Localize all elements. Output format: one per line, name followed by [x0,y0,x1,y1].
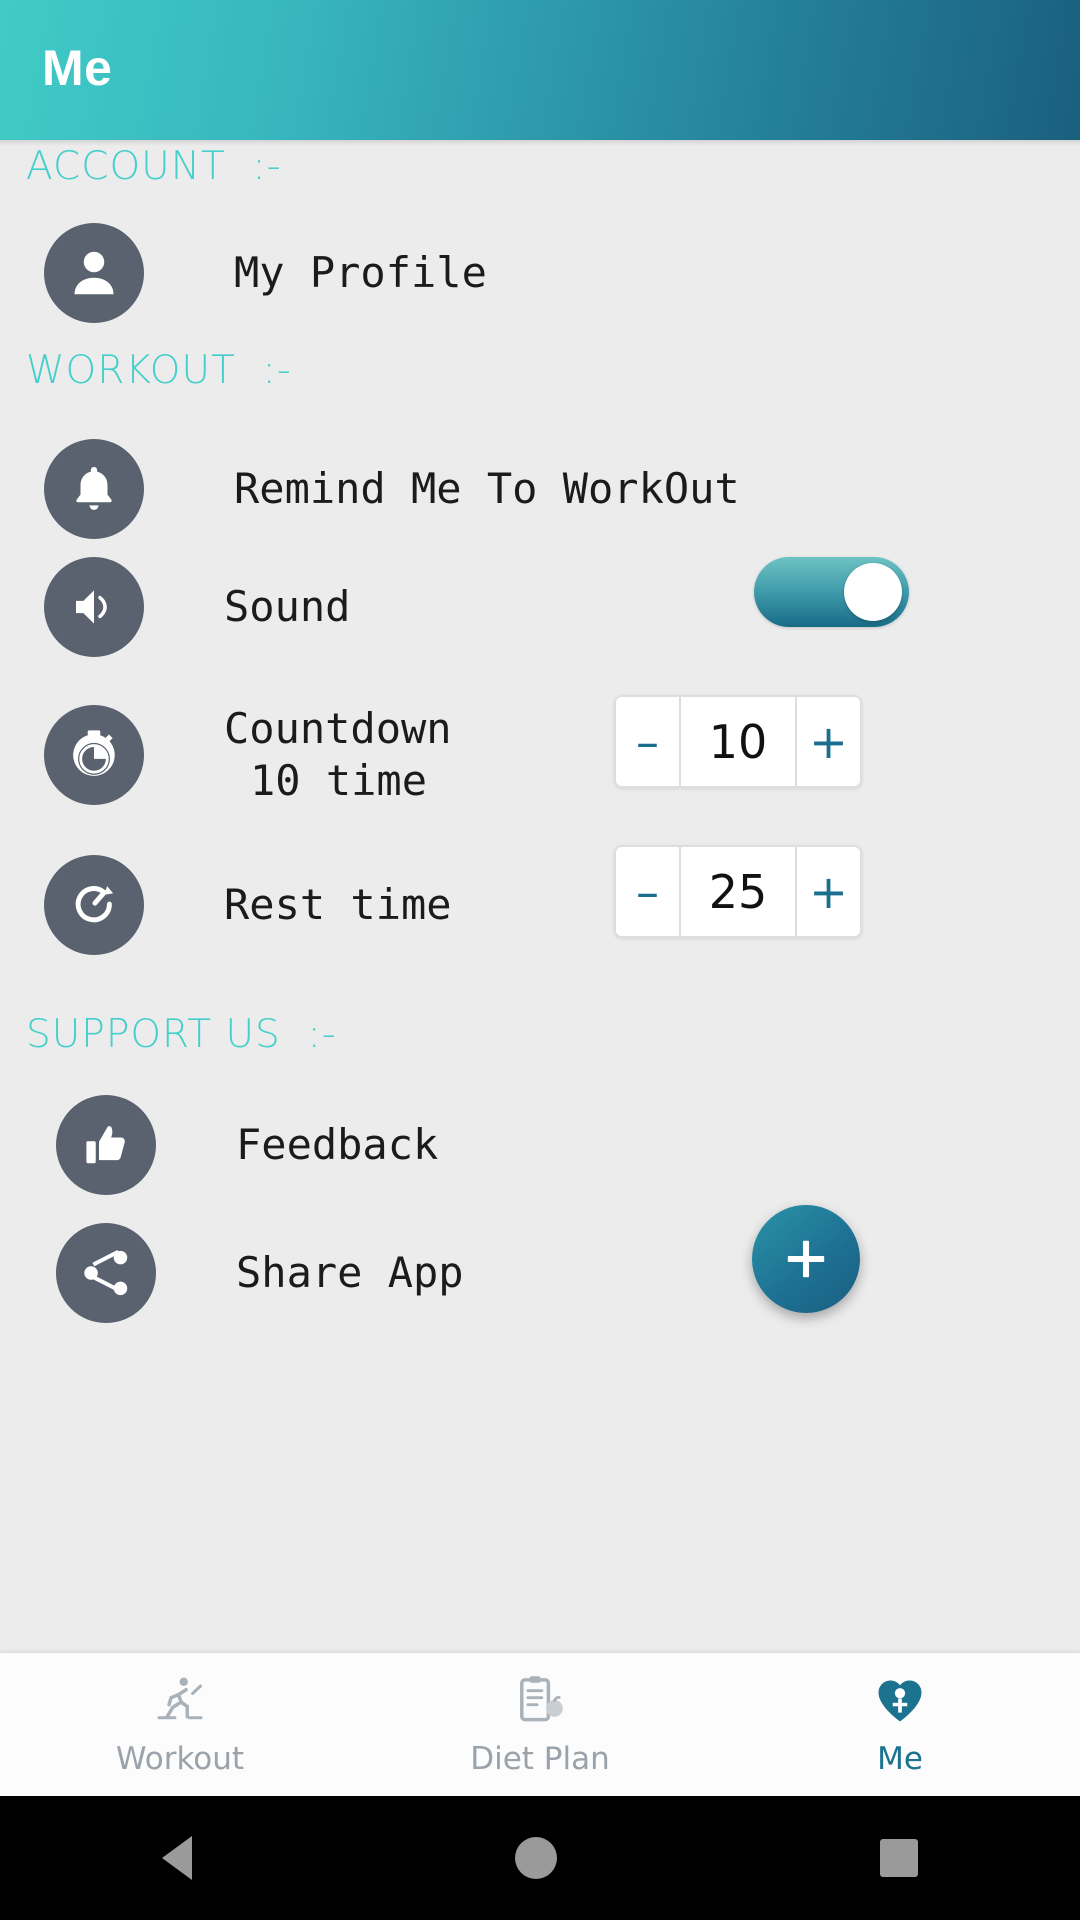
rest-value: 25 [708,864,768,919]
tab-label-diet-plan: Diet Plan [470,1741,610,1777]
row-label-feedback: Feedback [236,1120,439,1169]
section-header-account: ACCOUNT :- [26,144,282,189]
share-icon [56,1223,156,1323]
bell-icon [44,439,144,539]
heart-person-icon [871,1672,929,1733]
stopwatch-icon [44,705,144,805]
speaker-icon [44,557,144,657]
sound-toggle[interactable] [754,557,909,627]
row-label-sound: Sound [224,582,351,631]
running-icon [149,1672,211,1733]
page-title: Me [42,40,113,96]
recents-square-icon[interactable] [880,1839,919,1877]
section-header-workout: WORKOUT :- [26,348,292,393]
app-screen: Me ACCOUNT :- My Profile WORKOUT :- Remi… [0,0,1080,1920]
tab-workout[interactable]: Workout [0,1653,360,1796]
row-feedback[interactable]: Feedback [56,1090,956,1200]
row-label-rest-time: Rest time [224,880,452,929]
countdown-increment-button[interactable]: + [795,697,860,786]
tab-diet-plan[interactable]: Diet Plan [360,1653,720,1796]
row-label-remind: Remind Me To WorkOut [234,464,740,513]
settings-list[interactable]: ACCOUNT :- My Profile WORKOUT :- Remind … [0,140,1080,1653]
row-remind-me-to-workout[interactable]: Remind Me To WorkOut [44,434,944,544]
thumbs-up-icon [56,1095,156,1195]
back-triangle-icon[interactable] [161,1836,192,1880]
tab-me[interactable]: Me [720,1653,1080,1796]
countdown-stepper[interactable]: – 10 + [614,695,862,788]
add-fab-button[interactable] [752,1205,860,1313]
countdown-line2: 10 time [250,756,428,805]
toggle-knob [844,563,902,621]
home-circle-icon[interactable] [514,1837,557,1879]
rest-time-stepper[interactable]: – 25 + [614,845,862,938]
tab-label-me: Me [877,1741,923,1777]
countdown-value: 10 [708,714,768,769]
row-label-my-profile: My Profile [234,248,487,297]
row-countdown[interactable]: Countdown 10 time [44,700,644,810]
row-label-countdown: Countdown 10 time [224,708,452,802]
plus-icon [787,1240,825,1278]
refresh-icon [44,855,144,955]
rest-decrement-button[interactable]: – [616,847,681,936]
section-header-support: SUPPORT US :- [26,1012,337,1057]
countdown-line1: Countdown [224,704,452,753]
row-my-profile[interactable]: My Profile [44,218,944,328]
tab-label-workout: Workout [115,1741,245,1777]
row-label-share-app: Share App [236,1248,464,1297]
app-bar: Me [0,0,1080,140]
person-icon [44,223,144,323]
system-navigation-bar [0,1796,1080,1920]
countdown-decrement-button[interactable]: – [616,697,681,786]
bottom-navigation: Workout Diet Plan Me [0,1653,1080,1796]
clipboard-icon [511,1672,569,1733]
row-rest-time[interactable]: Rest time [44,850,644,960]
rest-increment-button[interactable]: + [795,847,860,936]
